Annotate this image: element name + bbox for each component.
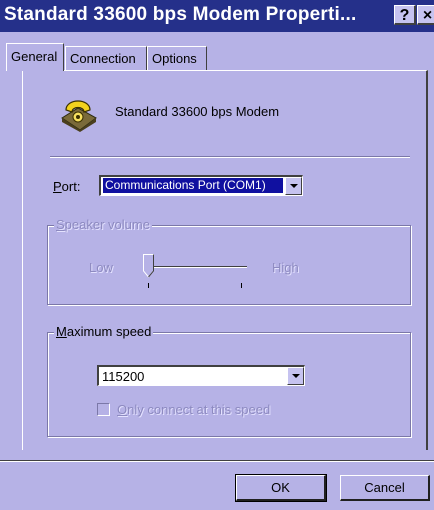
close-button[interactable]: × xyxy=(417,5,434,25)
slider-tick xyxy=(241,283,242,288)
speaker-high-label: High xyxy=(272,260,299,275)
port-select[interactable]: Communications Port (COM1) xyxy=(99,175,303,196)
cancel-button[interactable]: Cancel xyxy=(340,475,430,501)
maximum-speed-value: 115200 xyxy=(102,369,145,384)
only-connect-checkbox[interactable] xyxy=(97,403,110,416)
volume-slider-track xyxy=(150,266,247,268)
port-value: Communications Port (COM1) xyxy=(103,178,283,193)
ok-button[interactable]: OK xyxy=(235,474,327,502)
help-button[interactable]: ? xyxy=(394,5,416,25)
separator xyxy=(50,156,410,158)
speaker-low-label: Low xyxy=(89,260,113,275)
modem-phone-icon xyxy=(58,92,98,132)
port-label: Port: xyxy=(53,179,81,194)
only-connect-label: Only connect at this speed xyxy=(117,402,271,417)
tab-options[interactable]: Options xyxy=(147,46,207,70)
volume-slider-thumb[interactable] xyxy=(143,254,154,278)
chevron-down-icon[interactable] xyxy=(285,177,302,195)
modem-name: Standard 33600 bps Modem xyxy=(115,104,280,119)
title-bar[interactable]: Standard 33600 bps Modem Properti... ? × xyxy=(0,0,434,32)
tab-general[interactable]: General xyxy=(6,43,64,71)
slider-tick xyxy=(148,283,149,288)
maximum-speed-label: Maximum speed xyxy=(54,324,154,339)
maximum-speed-select[interactable]: 115200 xyxy=(97,365,305,386)
window-title: Standard 33600 bps Modem Properti... xyxy=(4,4,357,25)
speaker-volume-label: Speaker volume xyxy=(54,217,152,232)
footer-separator xyxy=(0,460,434,462)
chevron-down-icon[interactable] xyxy=(287,367,304,385)
tab-connection[interactable]: Connection xyxy=(65,46,147,70)
